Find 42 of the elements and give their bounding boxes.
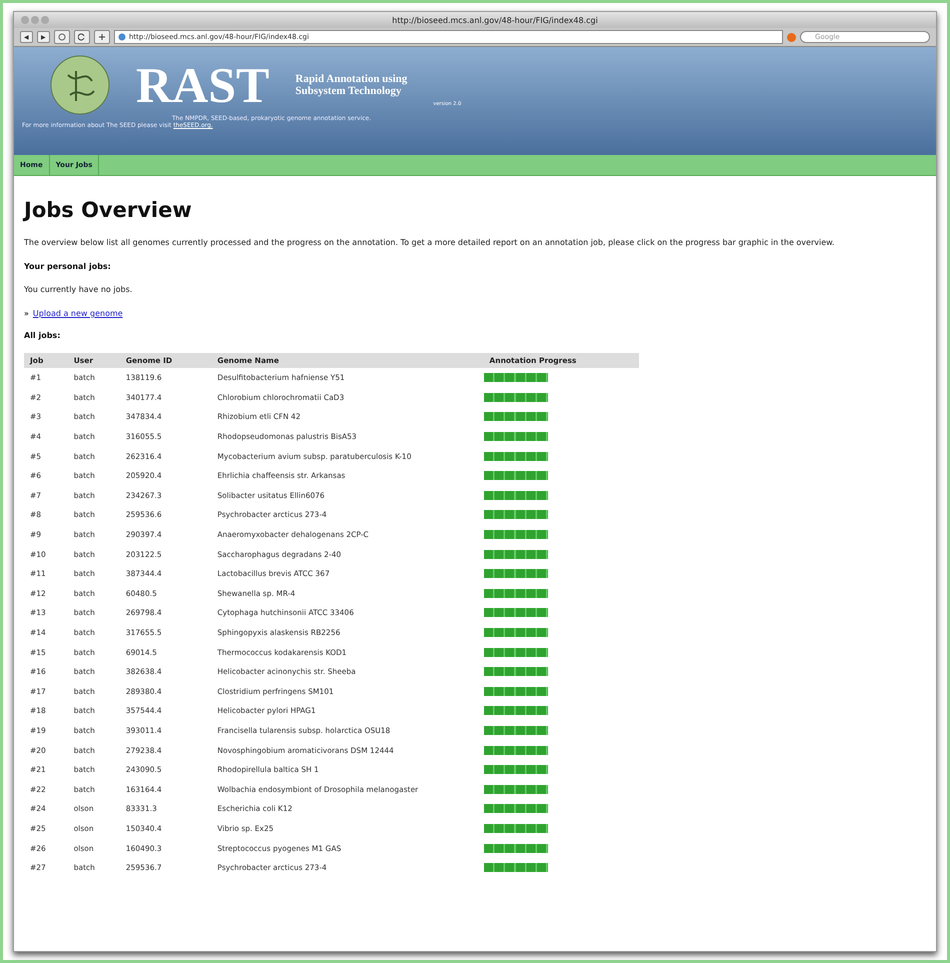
progress-bar[interactable] bbox=[484, 863, 548, 872]
section-heading: Your personal jobs: bbox=[24, 262, 112, 271]
progress-bar[interactable] bbox=[484, 706, 548, 716]
progress-bar[interactable] bbox=[484, 588, 548, 598]
progress-bar[interactable] bbox=[484, 784, 548, 794]
progress-bar[interactable] bbox=[484, 569, 548, 578]
empty-message: You currently have no jobs. bbox=[24, 284, 134, 296]
progress-bar[interactable] bbox=[484, 667, 548, 676]
progress-bar[interactable] bbox=[484, 824, 548, 833]
window-title: http://bioseed.mcs.anl.gov/48-hour/FIG/index48.cgi bbox=[391, 16, 599, 24]
section-heading: All jobs: bbox=[24, 331, 62, 340]
bullet: » bbox=[24, 309, 29, 318]
window-controls-icon[interactable] bbox=[20, 15, 50, 25]
progress-bar[interactable] bbox=[484, 608, 548, 618]
progress-bar[interactable] bbox=[484, 746, 548, 755]
progress-bar[interactable] bbox=[484, 844, 548, 853]
progress-bar[interactable] bbox=[484, 373, 548, 382]
progress-bar[interactable] bbox=[484, 530, 548, 540]
progress-bar[interactable] bbox=[484, 432, 548, 442]
progress-bar[interactable] bbox=[484, 452, 548, 461]
progress-bar[interactable] bbox=[484, 765, 548, 774]
progress-bar[interactable] bbox=[484, 490, 548, 500]
page-title: Jobs Overview bbox=[24, 198, 193, 222]
logo-text: RAST bbox=[136, 60, 270, 110]
add-icon[interactable] bbox=[94, 30, 110, 44]
progress-bar[interactable] bbox=[484, 550, 548, 559]
progress-bar[interactable] bbox=[484, 628, 548, 638]
upload-link[interactable]: Upload a new genome bbox=[32, 309, 123, 318]
progress-bar[interactable] bbox=[484, 412, 548, 422]
subtitle: Subsystem Technology bbox=[295, 85, 402, 97]
reload-icon[interactable] bbox=[74, 30, 90, 44]
stop-icon[interactable] bbox=[54, 30, 70, 44]
progress-bar[interactable] bbox=[484, 510, 548, 520]
subtitle: Rapid Annotation using bbox=[295, 73, 408, 85]
progress-bar[interactable] bbox=[484, 726, 548, 735]
logo-icon bbox=[50, 55, 110, 115]
progress-bar[interactable] bbox=[484, 686, 548, 696]
progress-bar[interactable] bbox=[484, 392, 548, 402]
progress-bar[interactable] bbox=[484, 804, 548, 814]
progress-bar[interactable] bbox=[484, 648, 548, 657]
intro-text: The overview below list all genomes currently processed and the progress on the annotation. To get a more detailed report on an annotation job, please click on the progress bar graphic in the overview. bbox=[24, 237, 836, 249]
progress-bar[interactable] bbox=[484, 471, 548, 480]
